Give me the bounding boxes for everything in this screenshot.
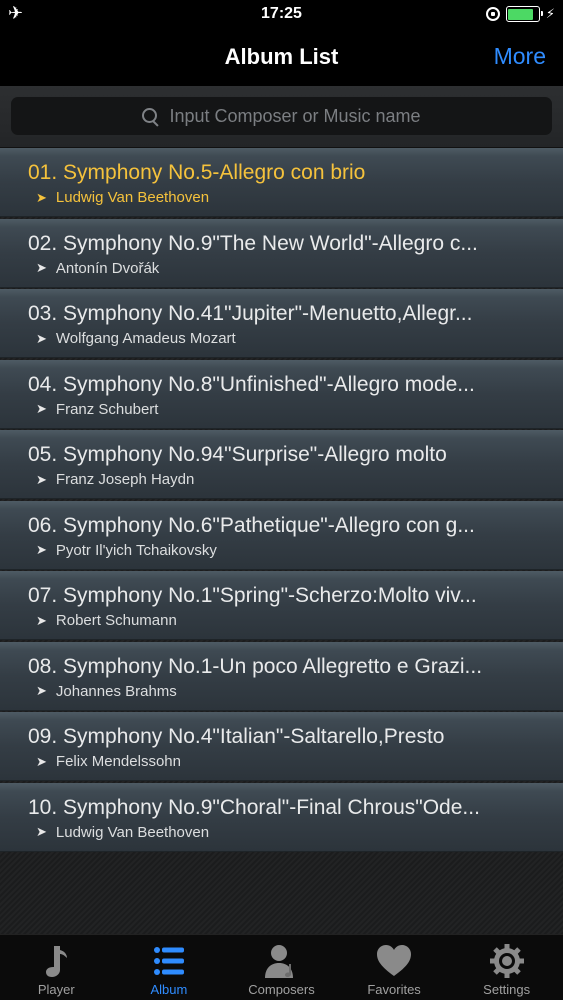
song-title: 03. Symphony No.41"Jupiter"-Menuetto,All…: [28, 302, 473, 325]
tab-favorites[interactable]: Favorites: [338, 935, 451, 1000]
tab-label: Album: [150, 982, 188, 997]
heart-icon: [374, 942, 414, 980]
status-bar: ✈ 17:25 ⚡: [0, 0, 563, 30]
battery-icon: [505, 6, 543, 22]
composer-line: ➤ Franz Schubert: [36, 401, 158, 418]
play-arrow-icon: ➤: [36, 260, 47, 275]
play-arrow-icon: ➤: [36, 612, 47, 628]
composer-name: Antonín Dvořák: [55, 259, 160, 277]
list-item[interactable]: 02. Symphony No.9"The New World"-Allegro…: [0, 218, 563, 288]
song-title: 04. Symphony No.8"Unfinished"-Allegro mo…: [28, 372, 475, 396]
composer-name: Ludwig Van Beethoven: [55, 823, 210, 841]
composer-name: Felix Mendelssohn: [55, 753, 181, 770]
tab-composers[interactable]: Composers: [225, 935, 338, 1000]
composer-name: Robert Schumann: [55, 612, 177, 629]
composer-name: Franz Schubert: [55, 400, 159, 418]
album-list: 01. Symphony No.5-Allegro con brio ➤ Ludwi…: [0, 148, 563, 934]
search-placeholder: Input Composer or Music name: [169, 105, 421, 126]
tab-bar: Player Album Composers Favorites Settings: [0, 934, 563, 1000]
composer-line: ➤ Franz Joseph Haydn: [36, 471, 194, 488]
play-arrow-icon: ➤: [36, 753, 47, 769]
list-item[interactable]: 08. Symphony No.1-Un poco Allegretto e G…: [0, 641, 563, 711]
play-arrow-icon: ➤: [36, 683, 47, 698]
gear-icon: [487, 942, 527, 980]
search-icon: [142, 107, 159, 125]
song-title: 07. Symphony No.1"Spring"-Scherzo:Molto …: [28, 584, 477, 607]
composer-icon: [261, 942, 301, 980]
song-title: 05. Symphony No.94"Surprise"-Allegro mol…: [28, 443, 447, 466]
song-title: 01. Symphony No.5-Allegro con brio: [28, 161, 366, 184]
music-note-icon: [36, 942, 76, 980]
song-title: 08. Symphony No.1-Un poco Allegretto e G…: [28, 654, 483, 678]
play-arrow-icon: ➤: [36, 542, 47, 557]
composer-name: Wolfgang Amadeus Mozart: [55, 330, 236, 347]
composer-line: ➤ Ludwig Van Beethoven: [36, 824, 209, 841]
play-arrow-icon: ➤: [36, 189, 47, 205]
composer-name: Pyotr Il'yich Tchaikovsky: [55, 541, 217, 559]
tab-player[interactable]: Player: [0, 935, 113, 1000]
navigation-bar: Album List More: [0, 30, 563, 86]
list-item[interactable]: 10. Symphony No.9"Choral"-Final Chrous"O…: [0, 782, 563, 852]
song-title: 10. Symphony No.9"Choral"-Final Chrous"O…: [28, 795, 480, 819]
more-button[interactable]: More: [494, 43, 546, 70]
status-time: 17:25: [261, 5, 302, 22]
list-item[interactable]: 07. Symphony No.1"Spring"-Scherzo:Molto …: [0, 571, 563, 640]
tab-label: Player: [37, 982, 75, 997]
list-icon: [149, 942, 189, 980]
list-item[interactable]: 03. Symphony No.41"Jupiter"-Menuetto,All…: [0, 289, 563, 358]
tab-album[interactable]: Album: [113, 935, 226, 1000]
list-item[interactable]: 06. Symphony No.6"Pathetique"-Allegro co…: [0, 500, 563, 570]
composer-line: ➤ Ludwig Van Beethoven: [36, 189, 209, 206]
composer-line: ➤ Antonín Dvořák: [36, 260, 159, 277]
song-title: 02. Symphony No.9"The New World"-Allegro…: [28, 231, 478, 255]
composer-line: ➤ Pyotr Il'yich Tchaikovsky: [36, 542, 217, 559]
composer-line: ➤ Felix Mendelssohn: [36, 753, 181, 770]
play-arrow-icon: ➤: [36, 330, 47, 346]
tab-label: Settings: [483, 982, 531, 997]
song-title: 06. Symphony No.6"Pathetique"-Allegro co…: [28, 513, 475, 537]
charging-icon: ⚡: [545, 6, 555, 21]
song-title: 09. Symphony No.4"Italian"-Saltarello,Pr…: [28, 725, 445, 748]
search-input[interactable]: Input Composer or Music name: [11, 97, 552, 135]
play-arrow-icon: ➤: [36, 824, 47, 839]
composer-line: ➤ Johannes Brahms: [36, 683, 177, 700]
tab-settings[interactable]: Settings: [450, 935, 563, 1000]
composer-name: Franz Joseph Haydn: [55, 471, 195, 488]
tab-label: Composers: [248, 982, 315, 997]
composer-name: Johannes Brahms: [55, 682, 177, 700]
play-arrow-icon: ➤: [36, 401, 47, 416]
list-item[interactable]: 04. Symphony No.8"Unfinished"-Allegro mo…: [0, 359, 563, 429]
list-item[interactable]: 01. Symphony No.5-Allegro con brio ➤ Ludwi…: [0, 148, 563, 217]
list-item[interactable]: 05. Symphony No.94"Surprise"-Allegro mol…: [0, 430, 563, 499]
composer-line: ➤ Wolfgang Amadeus Mozart: [36, 330, 236, 347]
battery-level-fill: [508, 8, 533, 20]
composer-name: Ludwig Van Beethoven: [55, 189, 210, 206]
list-item[interactable]: 09. Symphony No.4"Italian"-Saltarello,Pr…: [0, 712, 563, 781]
rotation-lock-icon: [485, 7, 500, 21]
search-area: Input Composer or Music name: [0, 86, 563, 148]
composer-line: ➤ Robert Schumann: [36, 612, 177, 629]
play-arrow-icon: ➤: [36, 471, 47, 487]
tab-label: Favorites: [367, 982, 421, 997]
page-title: Album List: [224, 44, 339, 69]
